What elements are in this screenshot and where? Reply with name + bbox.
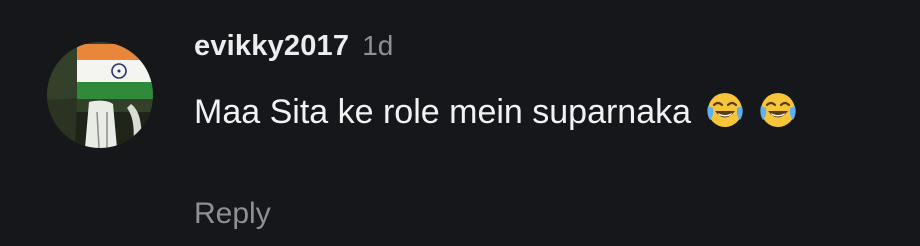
comment-item: evikky2017 1d Maa Sita ke role mein supa…: [0, 0, 920, 246]
reply-button[interactable]: Reply: [194, 197, 271, 231]
avatar[interactable]: [47, 42, 153, 148]
face-with-tears-of-joy-icon: [706, 93, 743, 127]
comment-content: evikky2017 1d Maa Sita ke role mein supa…: [194, 30, 894, 135]
comment-text: Maa Sita ke role mein suparnaka: [194, 89, 874, 135]
india-flag-avatar-image: [47, 42, 153, 148]
timestamp: 1d: [362, 30, 394, 61]
comment-header: evikky2017 1d: [194, 30, 894, 74]
face-with-tears-of-joy-icon: [760, 93, 796, 127]
comment-text-body: Maa Sita ke role mein suparnaka: [194, 93, 692, 131]
username-link[interactable]: evikky2017: [194, 30, 349, 63]
